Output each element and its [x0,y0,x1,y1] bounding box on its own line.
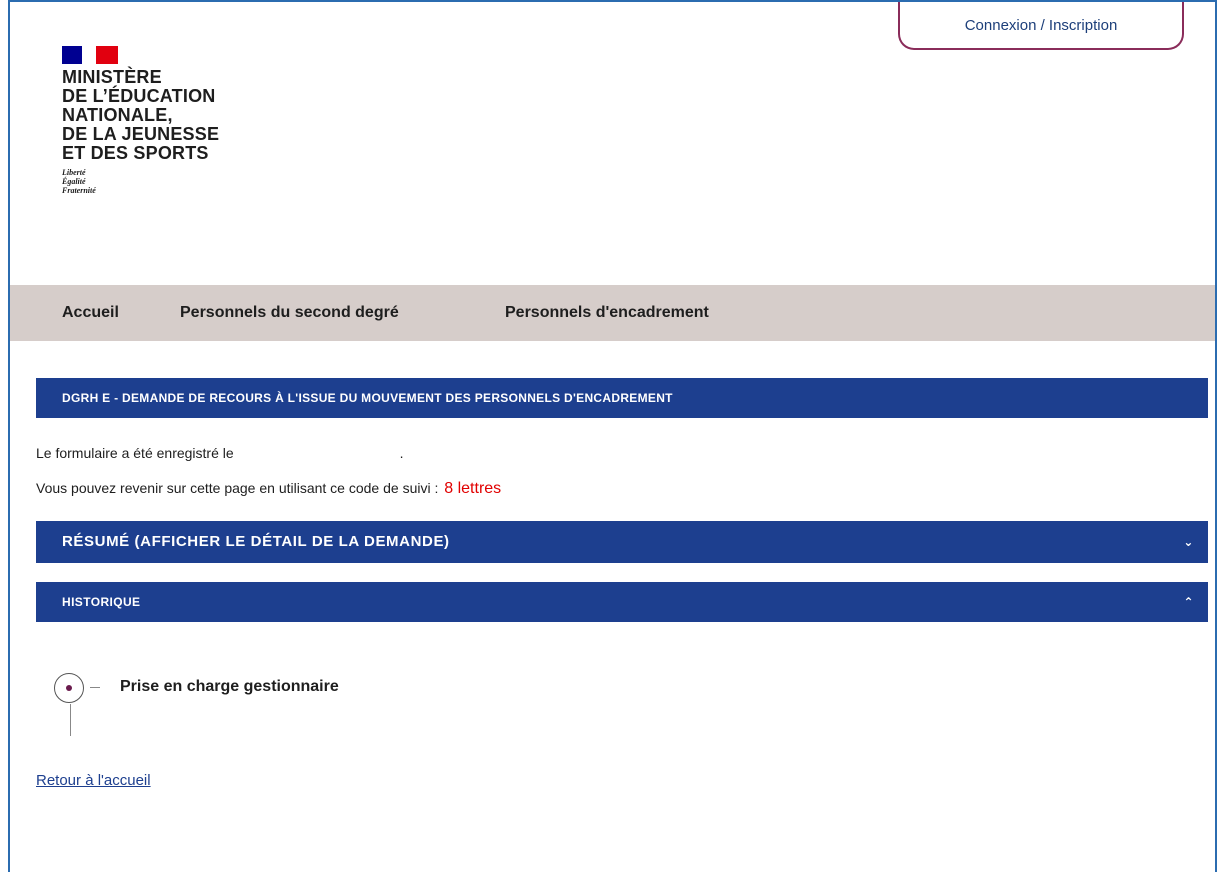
ministry-line: MINISTÈRE [62,67,162,87]
back-to-home-link[interactable]: Retour à l'accueil [36,772,151,789]
tracking-text: Vous pouvez revenir sur cette page en ut… [36,480,439,496]
ministry-line: NATIONALE, [62,105,173,125]
chevron-up-icon: ⌃ [1183,595,1194,609]
motto-line: Liberté [62,168,86,177]
french-flag-icon [62,46,118,64]
motto-line: Égalité [62,177,86,186]
ministry-line: ET DES SPORTS [62,143,209,163]
form-title: DGRH E - DEMANDE DE RECOURS À L'ISSUE DU… [62,391,673,405]
form-title-bar: DGRH E - DEMANDE DE RECOURS À L'ISSUE DU… [36,378,1208,418]
main-nav: Accueil Personnels du second degré Perso… [10,285,1215,341]
timeline-dot-icon [66,685,72,691]
nav-item-second-degre[interactable]: Personnels du second degré [180,285,399,341]
republic-motto: Liberté Égalité Fraternité [62,168,219,195]
timeline-connector [90,687,100,688]
ministry-line: DE L’ÉDUCATION [62,86,216,106]
ministry-logo: MINISTÈRE DE L’ÉDUCATION NATIONALE, DE L… [62,46,219,195]
nav-item-accueil[interactable]: Accueil [62,285,119,341]
saved-suffix: . [399,445,404,461]
chevron-down-icon: ⌄ [1183,535,1194,549]
tracking-message: Vous pouvez revenir sur cette page en ut… [36,480,501,498]
nav-item-encadrement[interactable]: Personnels d'encadrement [505,285,709,341]
saved-text: Le formulaire a été enregistré le [36,445,234,461]
timeline-step-marker [54,673,84,703]
ministry-name: MINISTÈRE DE L’ÉDUCATION NATIONALE, DE L… [62,68,219,163]
resume-panel-header[interactable]: RÉSUMÉ (AFFICHER LE DÉTAIL DE LA DEMANDE… [36,521,1208,563]
timeline-line [70,704,71,736]
timeline-step-label: Prise en charge gestionnaire [120,678,339,695]
historique-panel-header[interactable]: HISTORIQUE ⌃ [36,582,1208,622]
login-register-button[interactable]: Connexion / Inscription [898,2,1184,50]
saved-message: Le formulaire a été enregistré le. [36,445,404,461]
historique-label: HISTORIQUE [62,595,141,609]
motto-line: Fraternité [62,186,96,195]
tracking-code-annotation: 8 lettres [444,480,502,497]
ministry-line: DE LA JEUNESSE [62,124,220,144]
resume-label: RÉSUMÉ (AFFICHER LE DÉTAIL DE LA DEMANDE… [62,533,450,550]
page-frame: Connexion / Inscription MINISTÈRE DE L’É… [8,0,1217,872]
